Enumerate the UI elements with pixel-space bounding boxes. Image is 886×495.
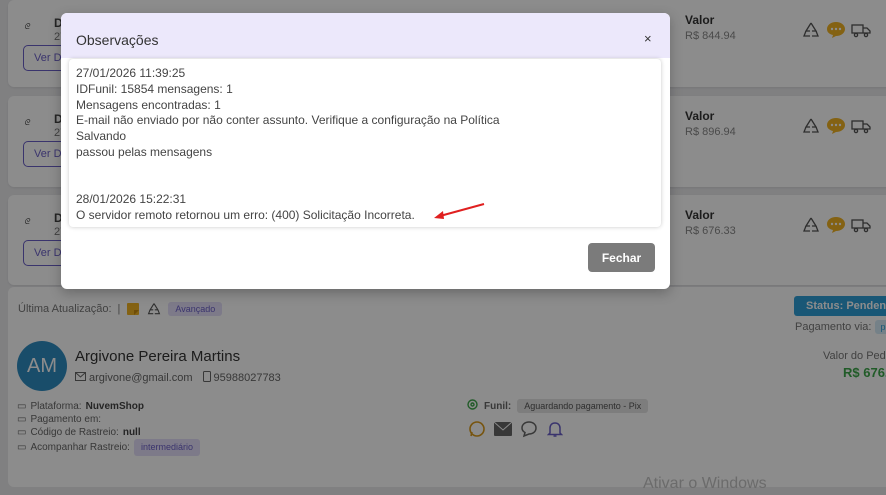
observations-text: 27/01/2026 11:39:25 IDFunil: 15854 mensa…	[69, 59, 661, 227]
log-line: passou pelas mensagens	[76, 144, 213, 159]
modal-header: Observações ×	[61, 13, 670, 58]
log-line-error: O servidor remoto retornou um erro: (400…	[76, 208, 415, 223]
annotation-arrow-icon	[434, 203, 485, 219]
close-icon[interactable]: ×	[644, 32, 652, 46]
log-line: 28/01/2026 15:22:31	[76, 192, 187, 207]
log-line: E-mail não enviado por não conter assunt…	[76, 113, 500, 128]
log-line: Salvando	[76, 129, 127, 144]
log-line: Mensagens encontradas: 1	[76, 97, 221, 112]
observations-modal: Observações × 27/01/2026 11:39:25 IDFuni…	[61, 13, 670, 289]
log-line: IDFunil: 15854 mensagens: 1	[76, 81, 233, 96]
log-line: 27/01/2026 11:39:25	[76, 66, 186, 80]
close-button[interactable]: Fechar	[588, 243, 655, 272]
modal-title: Observações	[76, 32, 159, 48]
